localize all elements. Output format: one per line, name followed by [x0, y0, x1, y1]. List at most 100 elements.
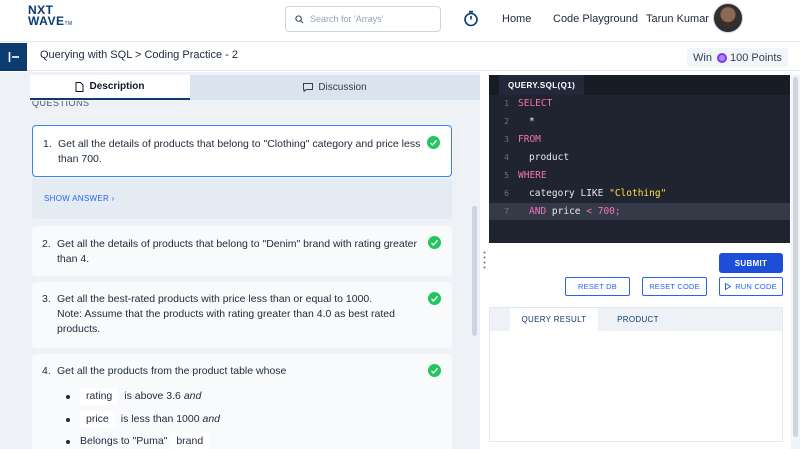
logo-line2: WAVE [28, 14, 65, 28]
nav-home[interactable]: Home [502, 13, 531, 25]
points-badge: Win 100 Points [687, 48, 788, 67]
search-icon [295, 14, 304, 24]
tab-discussion[interactable]: Discussion [190, 75, 480, 100]
question-text: Get all the products from the product ta… [57, 365, 287, 377]
line-number: 2 [504, 117, 509, 126]
column-chip: rating [80, 388, 119, 405]
tab-description-label: Description [89, 81, 145, 92]
line-number: 1 [504, 99, 509, 108]
tab-discussion-label: Discussion [318, 82, 367, 93]
sub-header: Querying with SQL > Coding Practice - 2 … [0, 43, 800, 71]
points-value: 100 Points [729, 51, 782, 64]
run-code-button[interactable]: RUN CODE [719, 277, 783, 296]
question-card-4[interactable]: 4. Get all the products from the product… [32, 354, 452, 449]
question-text: Get all the best-rated products with pri… [57, 293, 373, 305]
code-editor[interactable]: QUERY.SQL(Q1) 1 SELECT 2 * 3 FROM 4 product … [489, 75, 790, 243]
tab-query-result[interactable]: QUERY RESULT [510, 308, 598, 331]
result-panel: QUERY RESULT PRODUCT [489, 307, 783, 442]
line-number: 5 [504, 171, 509, 180]
check-icon [428, 364, 441, 377]
code-text: FROM [518, 134, 541, 145]
bullet-conjunction: and [183, 390, 202, 402]
list-item: price is less than 1000 and [66, 411, 220, 428]
top-header: NXT WAVETM Search for 'Arrays' Home Code… [0, 0, 800, 42]
tab-product[interactable]: PRODUCT [608, 308, 668, 331]
check-icon [428, 236, 441, 249]
code-text: category LIKE [529, 188, 604, 199]
win-label: Win [693, 51, 712, 64]
resize-handle-icon[interactable] [483, 251, 486, 269]
nxtwave-logo[interactable]: NXT WAVETM [28, 4, 73, 30]
code-line[interactable]: 5 WHERE [489, 167, 790, 184]
code-number: 700; [597, 206, 621, 217]
coin-icon [716, 52, 727, 63]
page-scrollbar-thumb[interactable] [793, 77, 798, 437]
question-card-1[interactable]: 1. Get all the details of products that … [32, 125, 452, 177]
code-string: "Clothing" [609, 188, 667, 199]
timer-icon[interactable] [463, 10, 479, 30]
code-text: SELECT [518, 98, 553, 109]
question-text: Get all the details of products that bel… [57, 238, 417, 265]
result-tabs: QUERY RESULT PRODUCT [490, 308, 782, 331]
code-text: price [551, 206, 581, 217]
avatar[interactable] [713, 3, 743, 33]
editor-file-tab[interactable]: QUERY.SQL(Q1) [499, 75, 585, 95]
code-keyword: AND [529, 206, 547, 217]
logo-tm: TM [64, 21, 73, 27]
check-icon [427, 136, 440, 149]
list-item: rating is above 3.6 and [66, 388, 201, 405]
nav-code-playground[interactable]: Code Playground [553, 13, 638, 25]
code-text: product [529, 152, 570, 163]
left-scrollbar[interactable] [472, 206, 477, 336]
bullet-text: Belongs to "Puma" [80, 435, 168, 447]
question-card-2[interactable]: 2. Get all the details of products that … [32, 226, 452, 276]
bullet-text: is above 3.6 [124, 390, 181, 402]
user-name[interactable]: Tarun Kumar [646, 13, 709, 25]
question-number: 3. [42, 293, 51, 305]
list-item: Belongs to "Puma" brand [66, 433, 215, 449]
play-icon [725, 283, 732, 290]
code-line[interactable]: 2 * [489, 113, 790, 130]
code-line[interactable]: 3 FROM [489, 131, 790, 148]
question-number: 4. [42, 365, 51, 377]
line-number: 6 [504, 189, 509, 198]
question-note: Note: Assume that the products with rati… [57, 308, 395, 335]
sidebar-toggle-icon [8, 52, 19, 62]
tab-description[interactable]: Description [30, 75, 190, 100]
show-answer-button[interactable]: SHOW ANSWER › [32, 179, 452, 219]
document-icon [75, 81, 84, 92]
bullet-conjunction: and [202, 413, 221, 425]
search-placeholder: Search for 'Arrays' [310, 14, 384, 24]
code-line[interactable]: 6 category LIKE "Clothing" [489, 185, 790, 202]
code-text: WHERE [518, 170, 547, 181]
line-number: 3 [504, 135, 509, 144]
reset-db-button[interactable]: RESET DB [565, 277, 630, 296]
code-operator: < [586, 206, 592, 217]
chat-icon [303, 83, 314, 92]
question-number: 2. [42, 238, 51, 250]
column-chip: price [80, 411, 115, 428]
run-code-label: RUN CODE [735, 282, 777, 291]
problem-tabs: Description Discussion [30, 75, 480, 100]
question-number: 1. [43, 138, 52, 150]
page-scrollbar[interactable] [791, 75, 800, 449]
section-label: QUESTIONS [32, 101, 90, 108]
bullet-text: is less than 1000 [120, 413, 200, 425]
problem-panel: Description Discussion QUESTIONS 1. Get … [0, 72, 480, 449]
column-chip: brand [170, 433, 210, 449]
line-number: 4 [504, 153, 509, 162]
search-input[interactable]: Search for 'Arrays' [285, 6, 441, 32]
question-card-3[interactable]: 3. Get all the best-rated products with … [32, 282, 452, 348]
breadcrumb: Querying with SQL > Coding Practice - 2 [40, 49, 238, 61]
code-line-active[interactable]: 7 AND price < 700; [489, 203, 790, 220]
editor-tabbar: QUERY.SQL(Q1) [489, 75, 790, 95]
code-line[interactable]: 4 product [489, 149, 790, 166]
reset-code-button[interactable]: RESET CODE [642, 277, 707, 296]
check-icon [428, 292, 441, 305]
question-text: Get all the details of products that bel… [58, 138, 421, 165]
line-number: 7 [504, 207, 509, 216]
sidebar-toggle-button[interactable] [0, 43, 27, 71]
code-text: * [529, 116, 535, 127]
code-line[interactable]: 1 SELECT [489, 95, 790, 112]
submit-button[interactable]: SUBMIT [719, 253, 783, 273]
